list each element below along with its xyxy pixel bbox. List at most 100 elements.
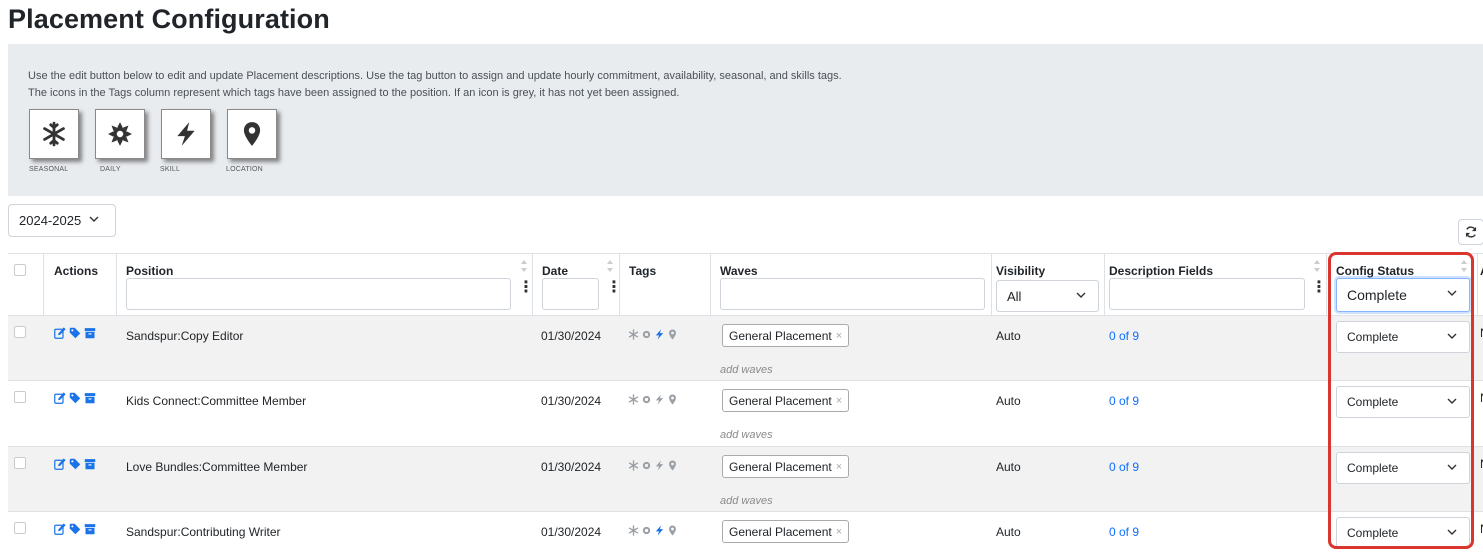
- snowflake-icon: [628, 460, 639, 471]
- row-actions: [54, 458, 96, 470]
- bolt-icon: [655, 525, 664, 536]
- add-waves-link[interactable]: add waves: [720, 364, 773, 376]
- position-cell: Love Bundles:Committee Member: [126, 460, 308, 474]
- row-checkbox[interactable]: [14, 391, 26, 403]
- map-pin-icon: [669, 394, 676, 405]
- description-fields-link[interactable]: 0 of 9: [1109, 460, 1139, 474]
- remove-wave-icon[interactable]: ×: [836, 330, 842, 342]
- chevron-down-icon: [1076, 291, 1086, 302]
- tag-icon[interactable]: [69, 327, 81, 339]
- snowflake-icon: [628, 329, 639, 340]
- header-position[interactable]: Position: [126, 264, 173, 278]
- visibility-cell: Auto: [996, 460, 1021, 474]
- edit-icon[interactable]: [54, 523, 66, 535]
- config-status-select[interactable]: Complete: [1336, 386, 1470, 418]
- config-status-select[interactable]: Complete: [1336, 452, 1470, 484]
- position-filter-input[interactable]: [126, 278, 511, 310]
- tag-icons: [628, 329, 678, 340]
- refresh-button[interactable]: [1458, 219, 1483, 245]
- legend-daily: [95, 109, 145, 159]
- remove-wave-icon[interactable]: ×: [836, 526, 842, 538]
- date-cell: 01/30/2024: [541, 460, 602, 474]
- wave-chip[interactable]: General Placement ×: [722, 324, 850, 347]
- wave-chip[interactable]: General Placement ×: [722, 389, 850, 412]
- legend-seasonal: [29, 109, 79, 159]
- row-actions: [54, 327, 96, 339]
- config-status-value: Complete: [1347, 461, 1399, 475]
- waves-filter-input[interactable]: [720, 278, 985, 310]
- description-fields-column-menu-icon[interactable]: ⋮: [1311, 279, 1327, 297]
- map-pin-icon: [243, 122, 261, 146]
- map-pin-icon: [669, 329, 676, 340]
- table-row: Sandspur:Contributing Writer 01/30/2024 …: [8, 512, 1483, 559]
- page-title: Placement Configuration: [8, 4, 330, 34]
- header-description-fields[interactable]: Description Fields: [1109, 264, 1213, 278]
- header-visibility: Visibility: [996, 264, 1046, 278]
- archive-icon[interactable]: [84, 392, 96, 404]
- archive-icon[interactable]: [84, 458, 96, 470]
- snowflake-icon: [43, 121, 65, 147]
- position-cell: Kids Connect:Committee Member: [126, 394, 307, 408]
- tag-icon[interactable]: [69, 458, 81, 470]
- sun-icon: [642, 461, 651, 470]
- archive-icon[interactable]: [84, 523, 96, 535]
- visibility-cell: Auto: [996, 394, 1021, 408]
- archive-icon[interactable]: [84, 327, 96, 339]
- config-status-filter-select[interactable]: Complete: [1336, 278, 1470, 312]
- sort-icon[interactable]: [520, 259, 528, 273]
- placements-table: Actions Position ⋮ Date ⋮ Tags Waves Vis…: [8, 253, 1483, 559]
- description-fields-filter-input[interactable]: [1109, 278, 1305, 310]
- edit-icon[interactable]: [54, 458, 66, 470]
- table-header: Actions Position ⋮ Date ⋮ Tags Waves Vis…: [8, 253, 1483, 316]
- snowflake-icon: [628, 525, 639, 536]
- add-waves-link[interactable]: add waves: [720, 429, 773, 441]
- date-filter-input[interactable]: [542, 278, 599, 310]
- config-status-filter-value: Complete: [1347, 287, 1407, 303]
- map-pin-icon: [669, 460, 676, 471]
- config-status-select[interactable]: Complete: [1336, 321, 1470, 353]
- description-fields-link[interactable]: 0 of 9: [1109, 394, 1139, 408]
- sun-icon: [642, 526, 651, 535]
- wave-chip-label: General Placement: [729, 393, 832, 408]
- row-checkbox[interactable]: [14, 326, 26, 338]
- config-status-select[interactable]: Complete: [1336, 517, 1470, 549]
- header-config-status[interactable]: Config Status: [1336, 264, 1414, 278]
- remove-wave-icon[interactable]: ×: [836, 395, 842, 407]
- description-fields-link[interactable]: 0 of 9: [1109, 525, 1139, 539]
- tag-icons: [628, 460, 678, 471]
- wave-chip[interactable]: General Placement ×: [722, 455, 850, 478]
- legend-location: [227, 109, 277, 159]
- sun-icon: [642, 330, 651, 339]
- wave-chip[interactable]: General Placement ×: [722, 520, 850, 543]
- date-cell: 01/30/2024: [541, 525, 602, 539]
- visibility-cell: Auto: [996, 525, 1021, 539]
- sort-icon[interactable]: [1313, 259, 1321, 273]
- remove-wave-icon[interactable]: ×: [836, 461, 842, 473]
- sort-icon[interactable]: [606, 259, 614, 273]
- tag-icon[interactable]: [69, 392, 81, 404]
- info-line-1: Use the edit button below to edit and up…: [28, 70, 842, 82]
- tag-icon[interactable]: [69, 523, 81, 535]
- add-waves-link[interactable]: add waves: [720, 495, 773, 507]
- select-all-checkbox[interactable]: [14, 264, 26, 276]
- table-row: Love Bundles:Committee Member 01/30/2024…: [8, 447, 1483, 512]
- edit-icon[interactable]: [54, 392, 66, 404]
- position-cell: Sandspur:Contributing Writer: [126, 525, 281, 539]
- wave-chip-label: General Placement: [729, 328, 832, 343]
- row-checkbox[interactable]: [14, 522, 26, 534]
- description-fields-link[interactable]: 0 of 9: [1109, 329, 1139, 343]
- wave-chip-label: General Placement: [729, 524, 832, 539]
- bolt-icon: [655, 394, 664, 405]
- year-select[interactable]: 2024-2025: [8, 204, 116, 237]
- legend-label-seasonal: SEASONAL: [29, 166, 69, 173]
- header-date[interactable]: Date: [542, 264, 568, 278]
- date-cell: 01/30/2024: [541, 329, 602, 343]
- row-actions: [54, 523, 96, 535]
- table-row: Kids Connect:Committee Member 01/30/2024…: [8, 381, 1483, 447]
- map-pin-icon: [669, 525, 676, 536]
- edit-icon[interactable]: [54, 327, 66, 339]
- row-checkbox[interactable]: [14, 457, 26, 469]
- sort-icon[interactable]: [1460, 259, 1468, 273]
- year-select-value: 2024-2025: [19, 213, 82, 228]
- visibility-filter-select[interactable]: All: [996, 280, 1099, 312]
